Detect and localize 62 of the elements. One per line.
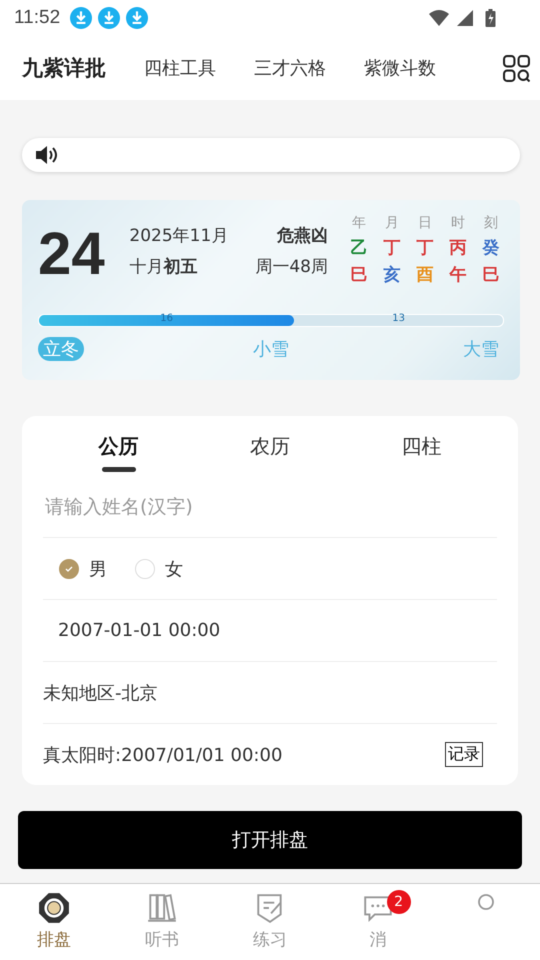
solar-term: 立冬 <box>38 337 84 361</box>
app-title: 九紫详批 <box>22 55 106 82</box>
calendar-tab[interactable]: 公历 <box>43 416 194 476</box>
header-link[interactable]: 四柱工具 <box>144 56 216 80</box>
stem-text: 癸 <box>482 237 500 259</box>
day-number: 24 <box>38 219 106 289</box>
calendar-tab[interactable]: 四柱 <box>346 416 497 476</box>
branch-text: 酉 <box>416 264 434 286</box>
solar-term: 大雪 <box>462 338 500 361</box>
announcement-bar[interactable] <box>22 138 520 172</box>
stem-text: 丁 <box>416 237 434 259</box>
pillar-heading: 刻 <box>484 214 498 232</box>
grid-search-icon[interactable] <box>503 54 530 82</box>
unread-badge: 2 <box>386 890 411 914</box>
header-link[interactable]: 紫微斗数 <box>364 56 436 80</box>
location-field[interactable]: 未知地区-北京 <box>43 680 158 704</box>
nav-item[interactable]: 排盘 <box>0 884 108 960</box>
nav-label: 练习 <box>253 929 287 951</box>
submit-button[interactable]: 打开排盘 <box>18 811 522 869</box>
gender-label[interactable]: 男 <box>89 556 107 580</box>
check-icon <box>64 564 74 574</box>
solar-time-text: 真太阳时:2007/01/01 00:00 <box>43 744 282 766</box>
nav-label: 排盘 <box>37 929 71 951</box>
bagua-icon <box>38 892 70 924</box>
pillar-heading: 日 <box>418 214 432 232</box>
circle-icon <box>478 894 494 910</box>
pillar-heading: 月 <box>385 214 399 232</box>
pillar-heading: 时 <box>451 214 465 232</box>
signal-icon <box>455 10 475 26</box>
branch-text: 亥 <box>384 264 400 286</box>
stem-text: 丁 <box>384 237 400 259</box>
name-field[interactable]: 请输入姓名(汉字) <box>43 494 497 518</box>
books-icon <box>146 892 178 924</box>
branch-text: 巳 <box>350 264 368 286</box>
speaker-icon <box>34 145 58 165</box>
week-text: 周一48周 <box>255 256 328 278</box>
lunar-date: 十月初五 <box>129 256 198 278</box>
radio-button[interactable] <box>59 558 79 578</box>
status-time: 11:52 <box>14 7 60 29</box>
nav-label: 消 <box>370 929 386 951</box>
branch-text: 午 <box>450 264 466 286</box>
download-icon <box>70 7 92 29</box>
nav-label: 听书 <box>145 929 179 951</box>
battery-icon <box>485 9 496 27</box>
stem-text: 乙 <box>350 237 368 259</box>
gender-label[interactable]: 女 <box>165 556 183 580</box>
download-icon <box>98 7 120 29</box>
wifi-icon <box>429 10 449 26</box>
download-icon <box>126 7 148 29</box>
solar-term: 小雪 <box>252 338 290 361</box>
header-link[interactable]: 三才六格 <box>254 56 326 80</box>
birth-time-field[interactable]: 2007-01-01 00:00 <box>43 620 220 641</box>
nav-item[interactable]: 2 消 <box>324 884 432 960</box>
progress-count: 16 <box>160 313 173 324</box>
month-text: 2025年11月 <box>129 225 228 247</box>
calendar-tab[interactable]: 农历 <box>194 416 346 476</box>
pillar-heading: 年 <box>352 214 366 232</box>
progress-count: 13 <box>392 313 405 324</box>
stem-text: 丙 <box>450 237 466 259</box>
omen-text: 危燕凶 <box>277 225 328 247</box>
branch-text: 巳 <box>482 264 500 286</box>
record-button[interactable]: 记录 <box>445 742 483 767</box>
